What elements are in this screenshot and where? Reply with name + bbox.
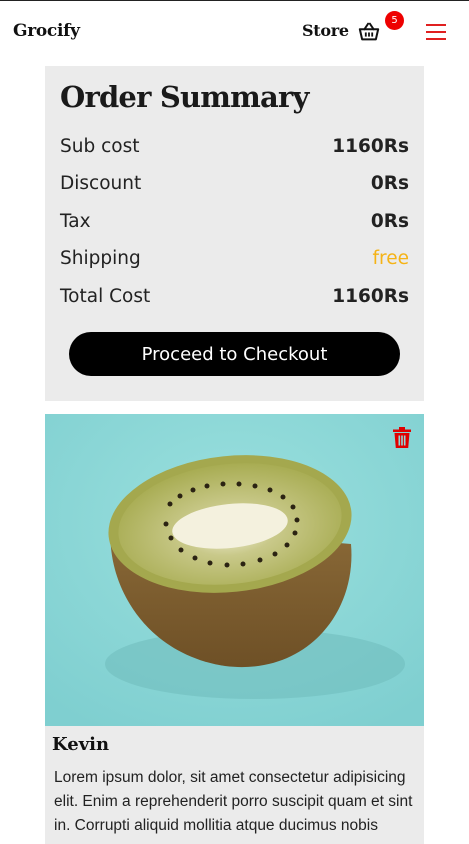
proceed-to-checkout-button[interactable]: Proceed to Checkout [69, 332, 400, 376]
summary-label: Shipping [60, 247, 141, 269]
summary-value: 0Rs [370, 210, 409, 232]
cart-button[interactable] [358, 21, 382, 45]
brand-logo[interactable]: Grocify [13, 21, 80, 41]
summary-row-subcost: Sub cost 1160Rs [60, 133, 409, 159]
summary-label: Discount [60, 172, 142, 194]
order-summary-panel: Order Summary Sub cost 1160Rs Discount 0… [45, 66, 424, 401]
summary-value: 1160Rs [332, 285, 409, 307]
summary-value-free: free [372, 247, 409, 269]
product-card: Kevin Lorem ipsum dolor, sit amet consec… [45, 414, 424, 844]
summary-row-total: Total Cost 1160Rs [60, 283, 409, 309]
summary-value: 0Rs [370, 172, 409, 194]
hamburger-menu-icon[interactable] [426, 23, 446, 41]
kiwi-illustration [45, 414, 424, 726]
summary-row-shipping: Shipping free [60, 245, 409, 271]
product-name: Kevin [52, 734, 110, 755]
product-description: Lorem ipsum dolor, sit amet consectetur … [54, 769, 413, 834]
navbar: Grocify Store 5 [0, 1, 469, 63]
summary-row-tax: Tax 0Rs [60, 208, 409, 234]
trash-icon[interactable] [393, 427, 411, 448]
cart-count-badge: 5 [385, 11, 404, 30]
store-link[interactable]: Store [302, 21, 349, 40]
summary-row-discount: Discount 0Rs [60, 170, 409, 196]
basket-icon [358, 22, 380, 41]
summary-label: Total Cost [60, 285, 151, 307]
summary-title: Order Summary [60, 80, 309, 114]
summary-value: 1160Rs [332, 135, 409, 157]
summary-label: Tax [60, 210, 91, 232]
kiwi-image [45, 414, 424, 726]
summary-label: Sub cost [60, 135, 140, 157]
